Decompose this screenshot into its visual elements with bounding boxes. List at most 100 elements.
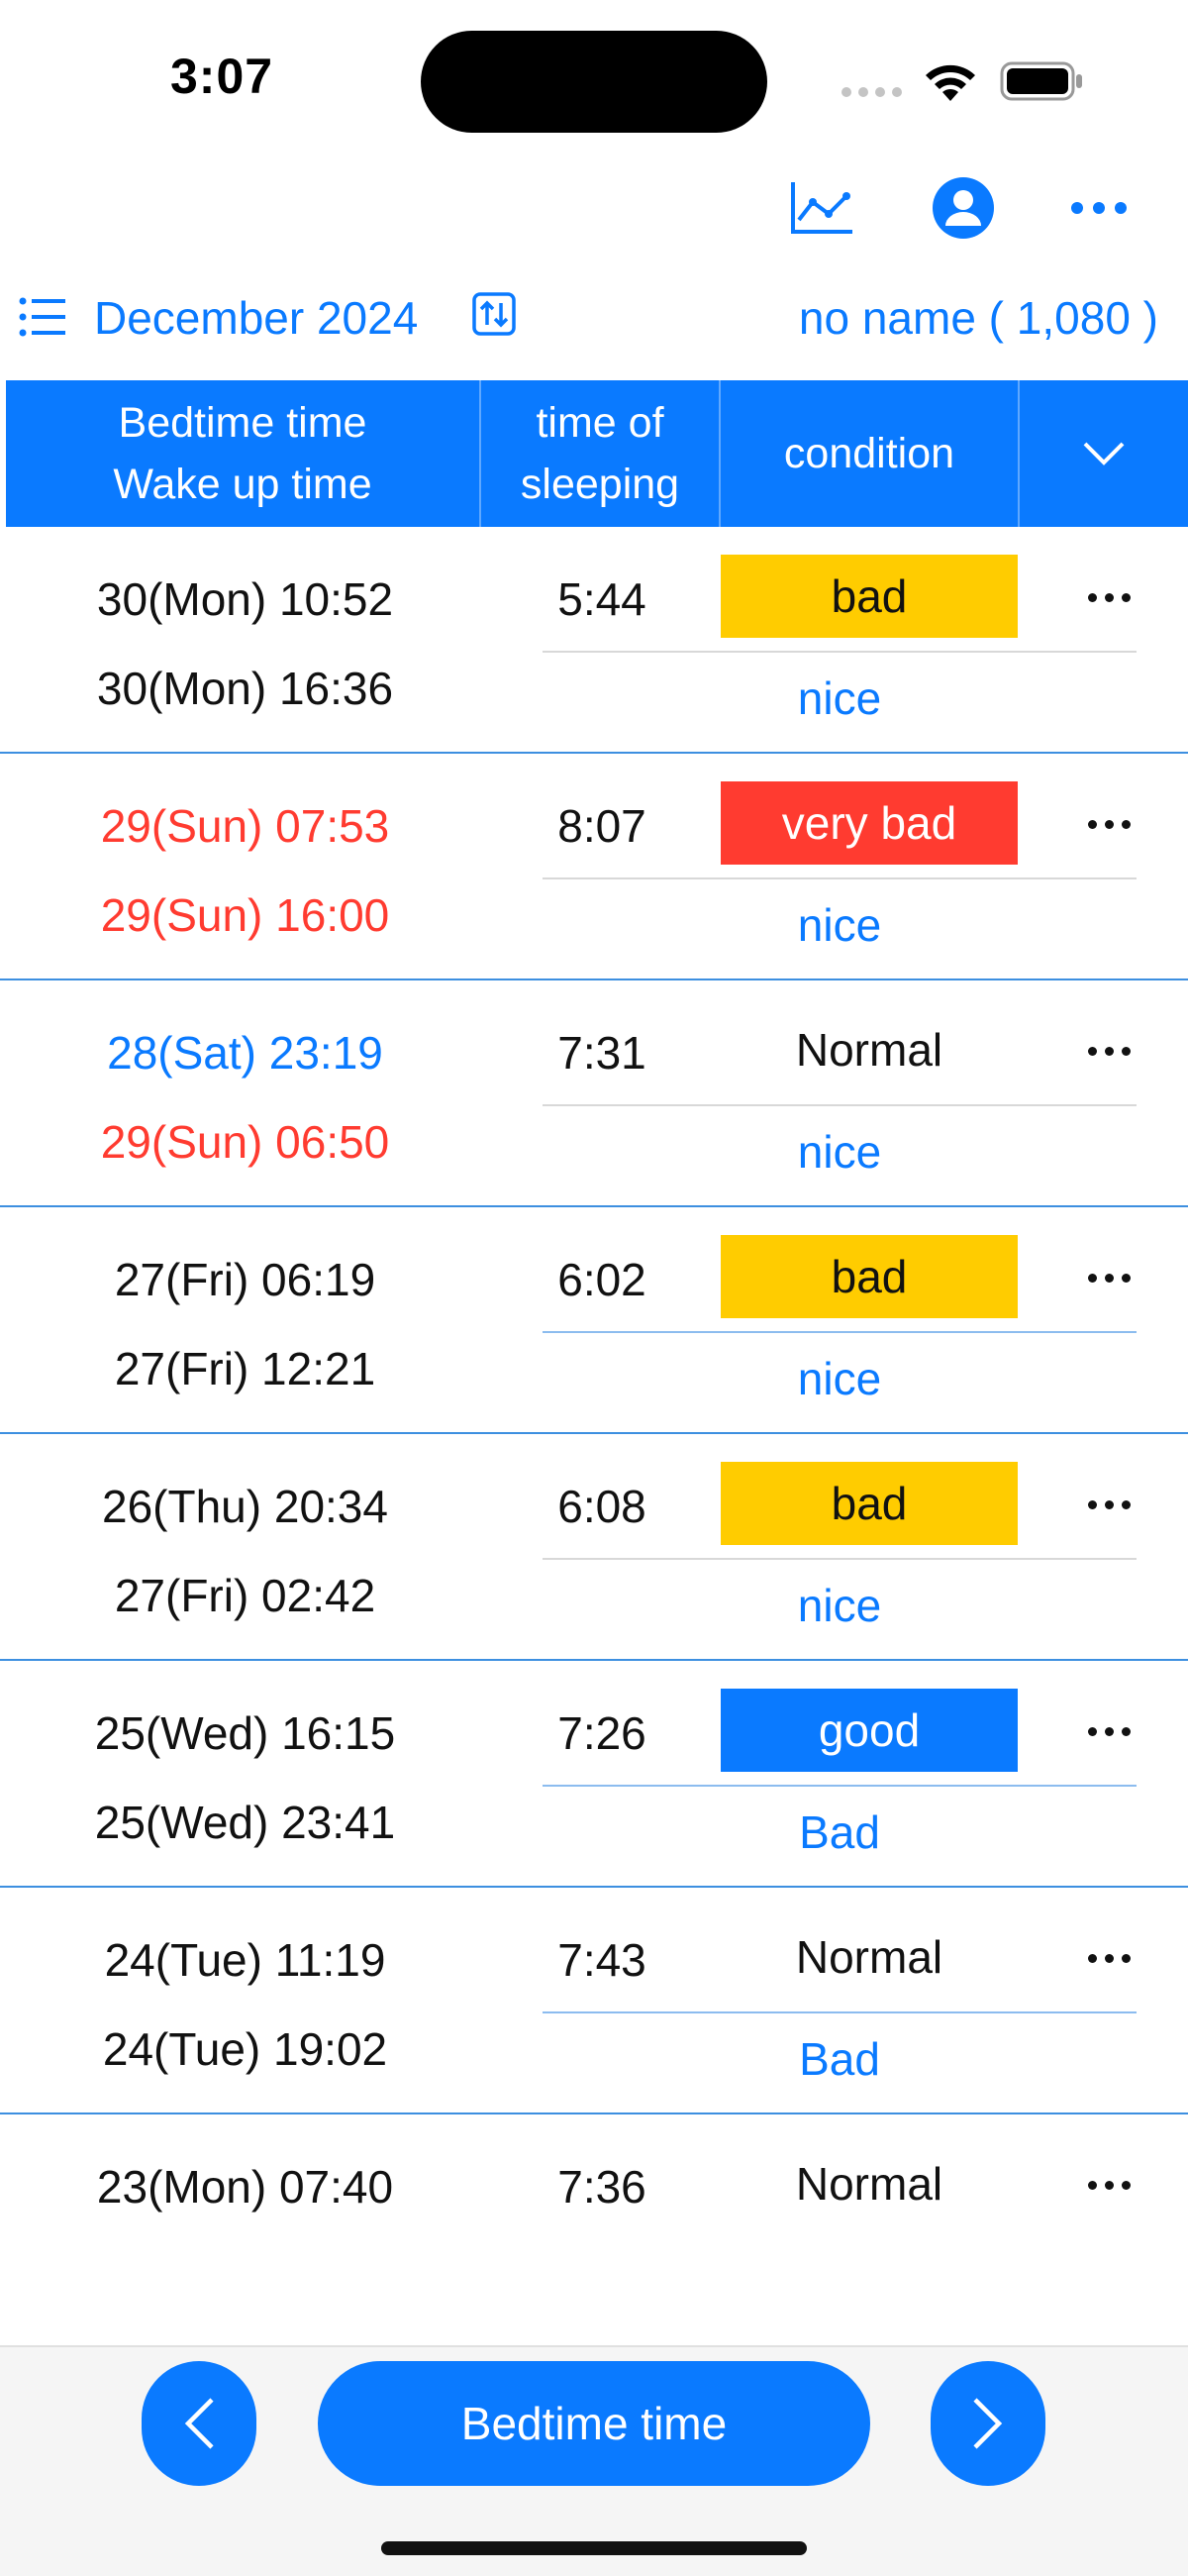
top-toolbar <box>0 168 1188 267</box>
times-cell: 26(Thu) 20:34 27(Fri) 02:42 <box>0 1462 490 1640</box>
row-divider <box>543 877 1137 879</box>
bedtime-text: 26(Thu) 20:34 <box>102 1481 388 1532</box>
rating-text: Bad <box>799 1806 880 1858</box>
sleep-duration: 7:36 <box>557 2161 646 2213</box>
condition-badge: bad <box>721 555 1018 638</box>
chevron-down-icon[interactable] <box>1020 380 1188 527</box>
wakeup-text: 27(Fri) 12:21 <box>114 1343 376 1394</box>
sleep-duration: 6:08 <box>557 1481 646 1532</box>
table-row[interactable]: 25(Wed) 16:15 25(Wed) 23:41 7:26 good Ba… <box>0 1661 1188 1888</box>
rating-text: nice <box>797 672 882 724</box>
status-time: 3:07 <box>170 49 274 104</box>
next-month-button[interactable] <box>931 2361 1045 2486</box>
condition-badge: bad <box>721 1235 1018 1318</box>
times-cell: 30(Mon) 10:52 30(Mon) 16:36 <box>0 555 490 733</box>
more-horizontal-icon[interactable] <box>1059 168 1138 248</box>
row-more-icon[interactable] <box>1069 789 1148 859</box>
times-cell: 25(Wed) 16:15 25(Wed) 23:41 <box>0 1689 490 1867</box>
table-header: Bedtime time Wake up time time of sleeping… <box>6 380 1188 527</box>
header-time-of-sleeping: time of sleeping <box>481 380 721 527</box>
dynamic-island <box>421 31 767 133</box>
table-row[interactable]: 23(Mon) 07:40 7:36 Normal <box>0 2114 1188 2341</box>
rating-text: nice <box>797 899 882 951</box>
times-cell: 23(Mon) 07:40 <box>0 2142 490 2231</box>
row-divider <box>543 2011 1137 2013</box>
bedtime-mode-button[interactable]: Bedtime time <box>318 2361 870 2486</box>
rating-text: nice <box>797 1126 882 1178</box>
bedtime-text: 24(Tue) 11:19 <box>104 1934 386 1986</box>
bedtime-text: 29(Sun) 07:53 <box>100 800 390 852</box>
condition-badge: Normal <box>795 1024 943 1076</box>
month-row: December 2024 no name ( 1,080 ) <box>0 277 1188 357</box>
chart-line-icon[interactable] <box>782 168 861 248</box>
table-row[interactable]: 24(Tue) 11:19 24(Tue) 19:02 7:43 Normal … <box>0 1888 1188 2114</box>
header-bedtime-wakeup: Bedtime time Wake up time <box>6 380 481 527</box>
chevron-left-icon <box>184 2398 214 2449</box>
times-cell: 29(Sun) 07:53 29(Sun) 16:00 <box>0 781 490 960</box>
wakeup-text: 27(Fri) 02:42 <box>114 1570 376 1621</box>
row-more-icon[interactable] <box>1069 563 1148 632</box>
row-divider <box>543 1331 1137 1333</box>
rating-text: nice <box>797 1580 882 1631</box>
table-row[interactable]: 30(Mon) 10:52 30(Mon) 16:36 5:44 bad nic… <box>0 527 1188 754</box>
month-label[interactable]: December 2024 <box>94 291 418 345</box>
bedtime-text: 25(Wed) 16:15 <box>94 1707 396 1759</box>
bedtime-text: 30(Mon) 10:52 <box>96 573 394 625</box>
times-cell: 24(Tue) 11:19 24(Tue) 19:02 <box>0 1915 490 2094</box>
rating-text: Bad <box>799 2033 880 2085</box>
sort-order-icon[interactable] <box>471 291 517 337</box>
condition-badge: Normal <box>795 2158 943 2210</box>
row-divider <box>543 1104 1137 1106</box>
cellular-signal-icon <box>842 87 902 97</box>
rating-text: nice <box>797 1353 882 1404</box>
wakeup-text: 25(Wed) 23:41 <box>94 1797 396 1848</box>
home-indicator[interactable] <box>381 2541 807 2555</box>
row-more-icon[interactable] <box>1069 1243 1148 1312</box>
header-condition: condition <box>721 380 1020 527</box>
row-divider <box>543 1558 1137 1560</box>
row-more-icon[interactable] <box>1069 2150 1148 2219</box>
bedtime-text: 23(Mon) 07:40 <box>96 2161 394 2213</box>
wakeup-text: 29(Sun) 16:00 <box>100 889 390 941</box>
condition-badge: Normal <box>795 1931 943 1983</box>
wakeup-text: 29(Sun) 06:50 <box>100 1116 390 1168</box>
sleep-duration: 7:26 <box>557 1707 646 1759</box>
row-more-icon[interactable] <box>1069 1016 1148 1085</box>
condition-badge: bad <box>721 1462 1018 1545</box>
battery-icon <box>1000 61 1082 101</box>
header-wakeup-label: Wake up time <box>113 461 372 508</box>
table-row[interactable]: 26(Thu) 20:34 27(Fri) 02:42 6:08 bad nic… <box>0 1434 1188 1661</box>
table-row[interactable]: 27(Fri) 06:19 27(Fri) 12:21 6:02 bad nic… <box>0 1207 1188 1434</box>
sleep-duration: 8:07 <box>557 800 646 852</box>
sleep-duration: 5:44 <box>557 573 646 625</box>
header-sleep-label-2: sleeping <box>520 461 680 508</box>
header-sleep-label-1: time of <box>536 399 664 447</box>
sleep-duration: 6:02 <box>557 1254 646 1305</box>
user-circle-icon[interactable] <box>924 168 1003 248</box>
row-more-icon[interactable] <box>1069 1697 1148 1766</box>
times-cell: 28(Sat) 23:19 29(Sun) 06:50 <box>0 1008 490 1186</box>
table-row[interactable]: 29(Sun) 07:53 29(Sun) 16:00 8:07 very ba… <box>0 754 1188 980</box>
sleep-duration: 7:43 <box>557 1934 646 1986</box>
chevron-right-icon <box>973 2398 1003 2449</box>
wakeup-text: 24(Tue) 19:02 <box>102 2023 388 2075</box>
wifi-icon <box>926 64 975 101</box>
times-cell: 27(Fri) 06:19 27(Fri) 12:21 <box>0 1235 490 1413</box>
row-divider <box>543 1785 1137 1787</box>
wakeup-text: 30(Mon) 16:36 <box>96 663 394 714</box>
previous-month-button[interactable] <box>142 2361 256 2486</box>
header-bedtime-label: Bedtime time <box>118 399 367 447</box>
sleep-record-list: 30(Mon) 10:52 30(Mon) 16:36 5:44 bad nic… <box>0 527 1188 2341</box>
table-row[interactable]: 28(Sat) 23:19 29(Sun) 06:50 7:31 Normal … <box>0 980 1188 1207</box>
condition-badge: very bad <box>721 781 1018 865</box>
user-name-label[interactable]: no name ( 1,080 ) <box>799 291 1158 345</box>
row-more-icon[interactable] <box>1069 1470 1148 1539</box>
status-bar: 3:07 <box>0 0 1188 149</box>
bedtime-text: 27(Fri) 06:19 <box>114 1254 376 1305</box>
row-more-icon[interactable] <box>1069 1923 1148 1993</box>
bedtime-text: 28(Sat) 23:19 <box>107 1027 383 1079</box>
list-icon[interactable] <box>18 293 67 341</box>
condition-badge: good <box>721 1689 1018 1772</box>
sleep-duration: 7:31 <box>557 1027 646 1079</box>
row-divider <box>543 651 1137 653</box>
